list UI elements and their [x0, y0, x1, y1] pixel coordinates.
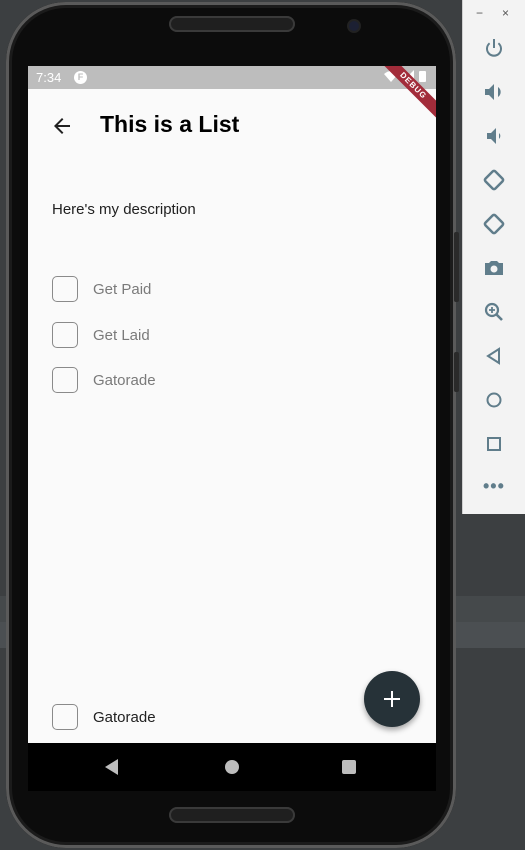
list-item[interactable]: Get Laid [52, 322, 352, 352]
list-item[interactable]: Get Paid [52, 276, 352, 306]
app-screen: 7:34 F DEBUG This is a List Here's my de… [28, 66, 436, 743]
page-title: This is a List [100, 111, 240, 137]
overview-icon[interactable] [482, 432, 506, 456]
checkbox[interactable] [52, 322, 78, 348]
list-item-label: Get Paid [93, 281, 152, 298]
zoom-icon[interactable] [482, 300, 506, 324]
front-camera [349, 21, 359, 31]
minimize-button[interactable]: − [476, 6, 483, 20]
add-fab-button[interactable] [364, 671, 420, 727]
recents-icon[interactable] [341, 759, 357, 780]
list-item-label: Get Laid [93, 327, 150, 344]
emulator-toolbar: − × ••• [462, 0, 525, 514]
checkbox[interactable] [52, 276, 78, 302]
status-bar: 7:34 F DEBUG [28, 66, 436, 123]
camera-icon[interactable] [482, 256, 506, 280]
rotate-left-icon[interactable] [482, 168, 506, 192]
android-nav-bar [28, 743, 436, 791]
list-item-label: Gatorade [93, 709, 156, 726]
rotate-right-icon[interactable] [482, 212, 506, 236]
bottom-speaker [169, 807, 295, 823]
volume-down-icon[interactable] [482, 124, 506, 148]
close-button[interactable]: × [502, 6, 509, 20]
more-options-icon[interactable]: ••• [483, 476, 505, 497]
list-item[interactable]: Gatorade [52, 704, 352, 734]
status-time: 7:34 [36, 70, 62, 85]
back-icon[interactable] [482, 344, 506, 368]
power-icon[interactable] [482, 36, 506, 60]
arrow-back-icon[interactable] [50, 114, 74, 138]
home-icon[interactable] [224, 759, 240, 780]
description-text: Here's my description [52, 201, 196, 218]
plus-icon [384, 691, 400, 707]
back-icon[interactable] [104, 759, 120, 780]
checkbox[interactable] [52, 704, 78, 730]
app-bar: This is a List [28, 89, 436, 161]
side-button[interactable] [454, 352, 459, 392]
list-item-label: Gatorade [93, 372, 156, 389]
checkbox[interactable] [52, 367, 78, 393]
flutter-icon: F [74, 71, 87, 84]
list-item[interactable]: Gatorade [52, 367, 352, 397]
volume-up-icon[interactable] [482, 80, 506, 104]
side-button[interactable] [454, 232, 459, 302]
home-icon[interactable] [482, 388, 506, 412]
top-speaker [169, 16, 295, 32]
